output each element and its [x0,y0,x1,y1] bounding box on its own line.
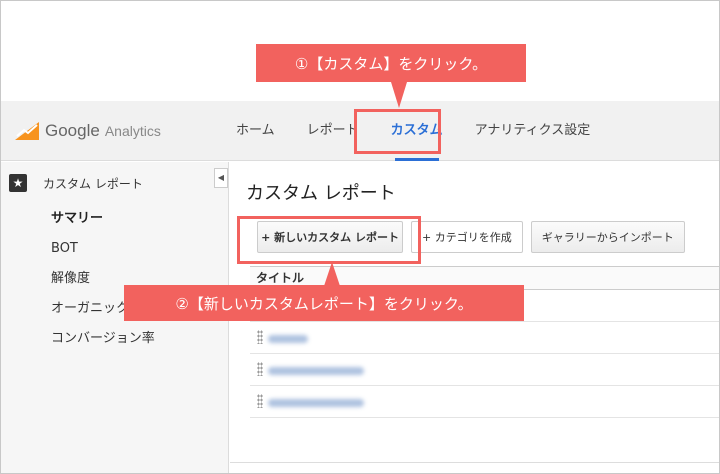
highlight-custom-tab [354,109,441,154]
drag-handle-icon[interactable] [257,362,263,376]
star-icon: ★ [9,174,27,192]
annotation-step1: ①【カスタム】をクリック。 [256,44,526,82]
annotation-step2: ②【新しいカスタムレポート】をクリック。 [124,285,524,321]
sidebar-title: カスタム レポート [43,176,143,191]
page-title: カスタム レポート [246,183,396,204]
drag-handle-icon[interactable] [257,330,263,344]
logo-analytics-text: Analytics [104,123,161,139]
blurred-report-name [268,367,364,375]
google-analytics-logo[interactable]: Google Analytics [15,121,161,141]
nav-home[interactable]: ホーム [220,101,291,161]
create-category-button[interactable]: + カテゴリを作成 [411,221,523,253]
import-from-gallery-button[interactable]: ギャラリーからインポート [530,221,685,253]
annotation-step2-pointer [324,262,340,286]
sidebar-report-list: サマリー BOT 解像度 オーガニック検 コンバージョン率 [51,209,155,359]
sidebar-item-summary[interactable]: サマリー [51,209,155,239]
blurred-report-name [268,399,364,407]
table-row[interactable] [250,322,719,354]
sidebar-header[interactable]: ★ カスタム レポート [9,174,143,192]
table-row[interactable] [250,386,719,418]
highlight-new-report-button [237,216,421,264]
drag-handle-icon[interactable] [257,394,263,408]
sidebar-item-conversion[interactable]: コンバージョン率 [51,329,155,359]
logo-google-text: Google [45,121,100,140]
sidebar-item-bot[interactable]: BOT [51,239,155,269]
nav-admin[interactable]: アナリティクス設定 [459,101,607,161]
analytics-logo-icon [15,122,39,140]
blurred-report-name [268,335,308,343]
footer-divider [230,462,719,463]
collapse-sidebar-button[interactable]: ◀ [214,168,228,188]
table-row[interactable] [250,354,719,386]
annotation-step1-pointer [391,82,407,108]
